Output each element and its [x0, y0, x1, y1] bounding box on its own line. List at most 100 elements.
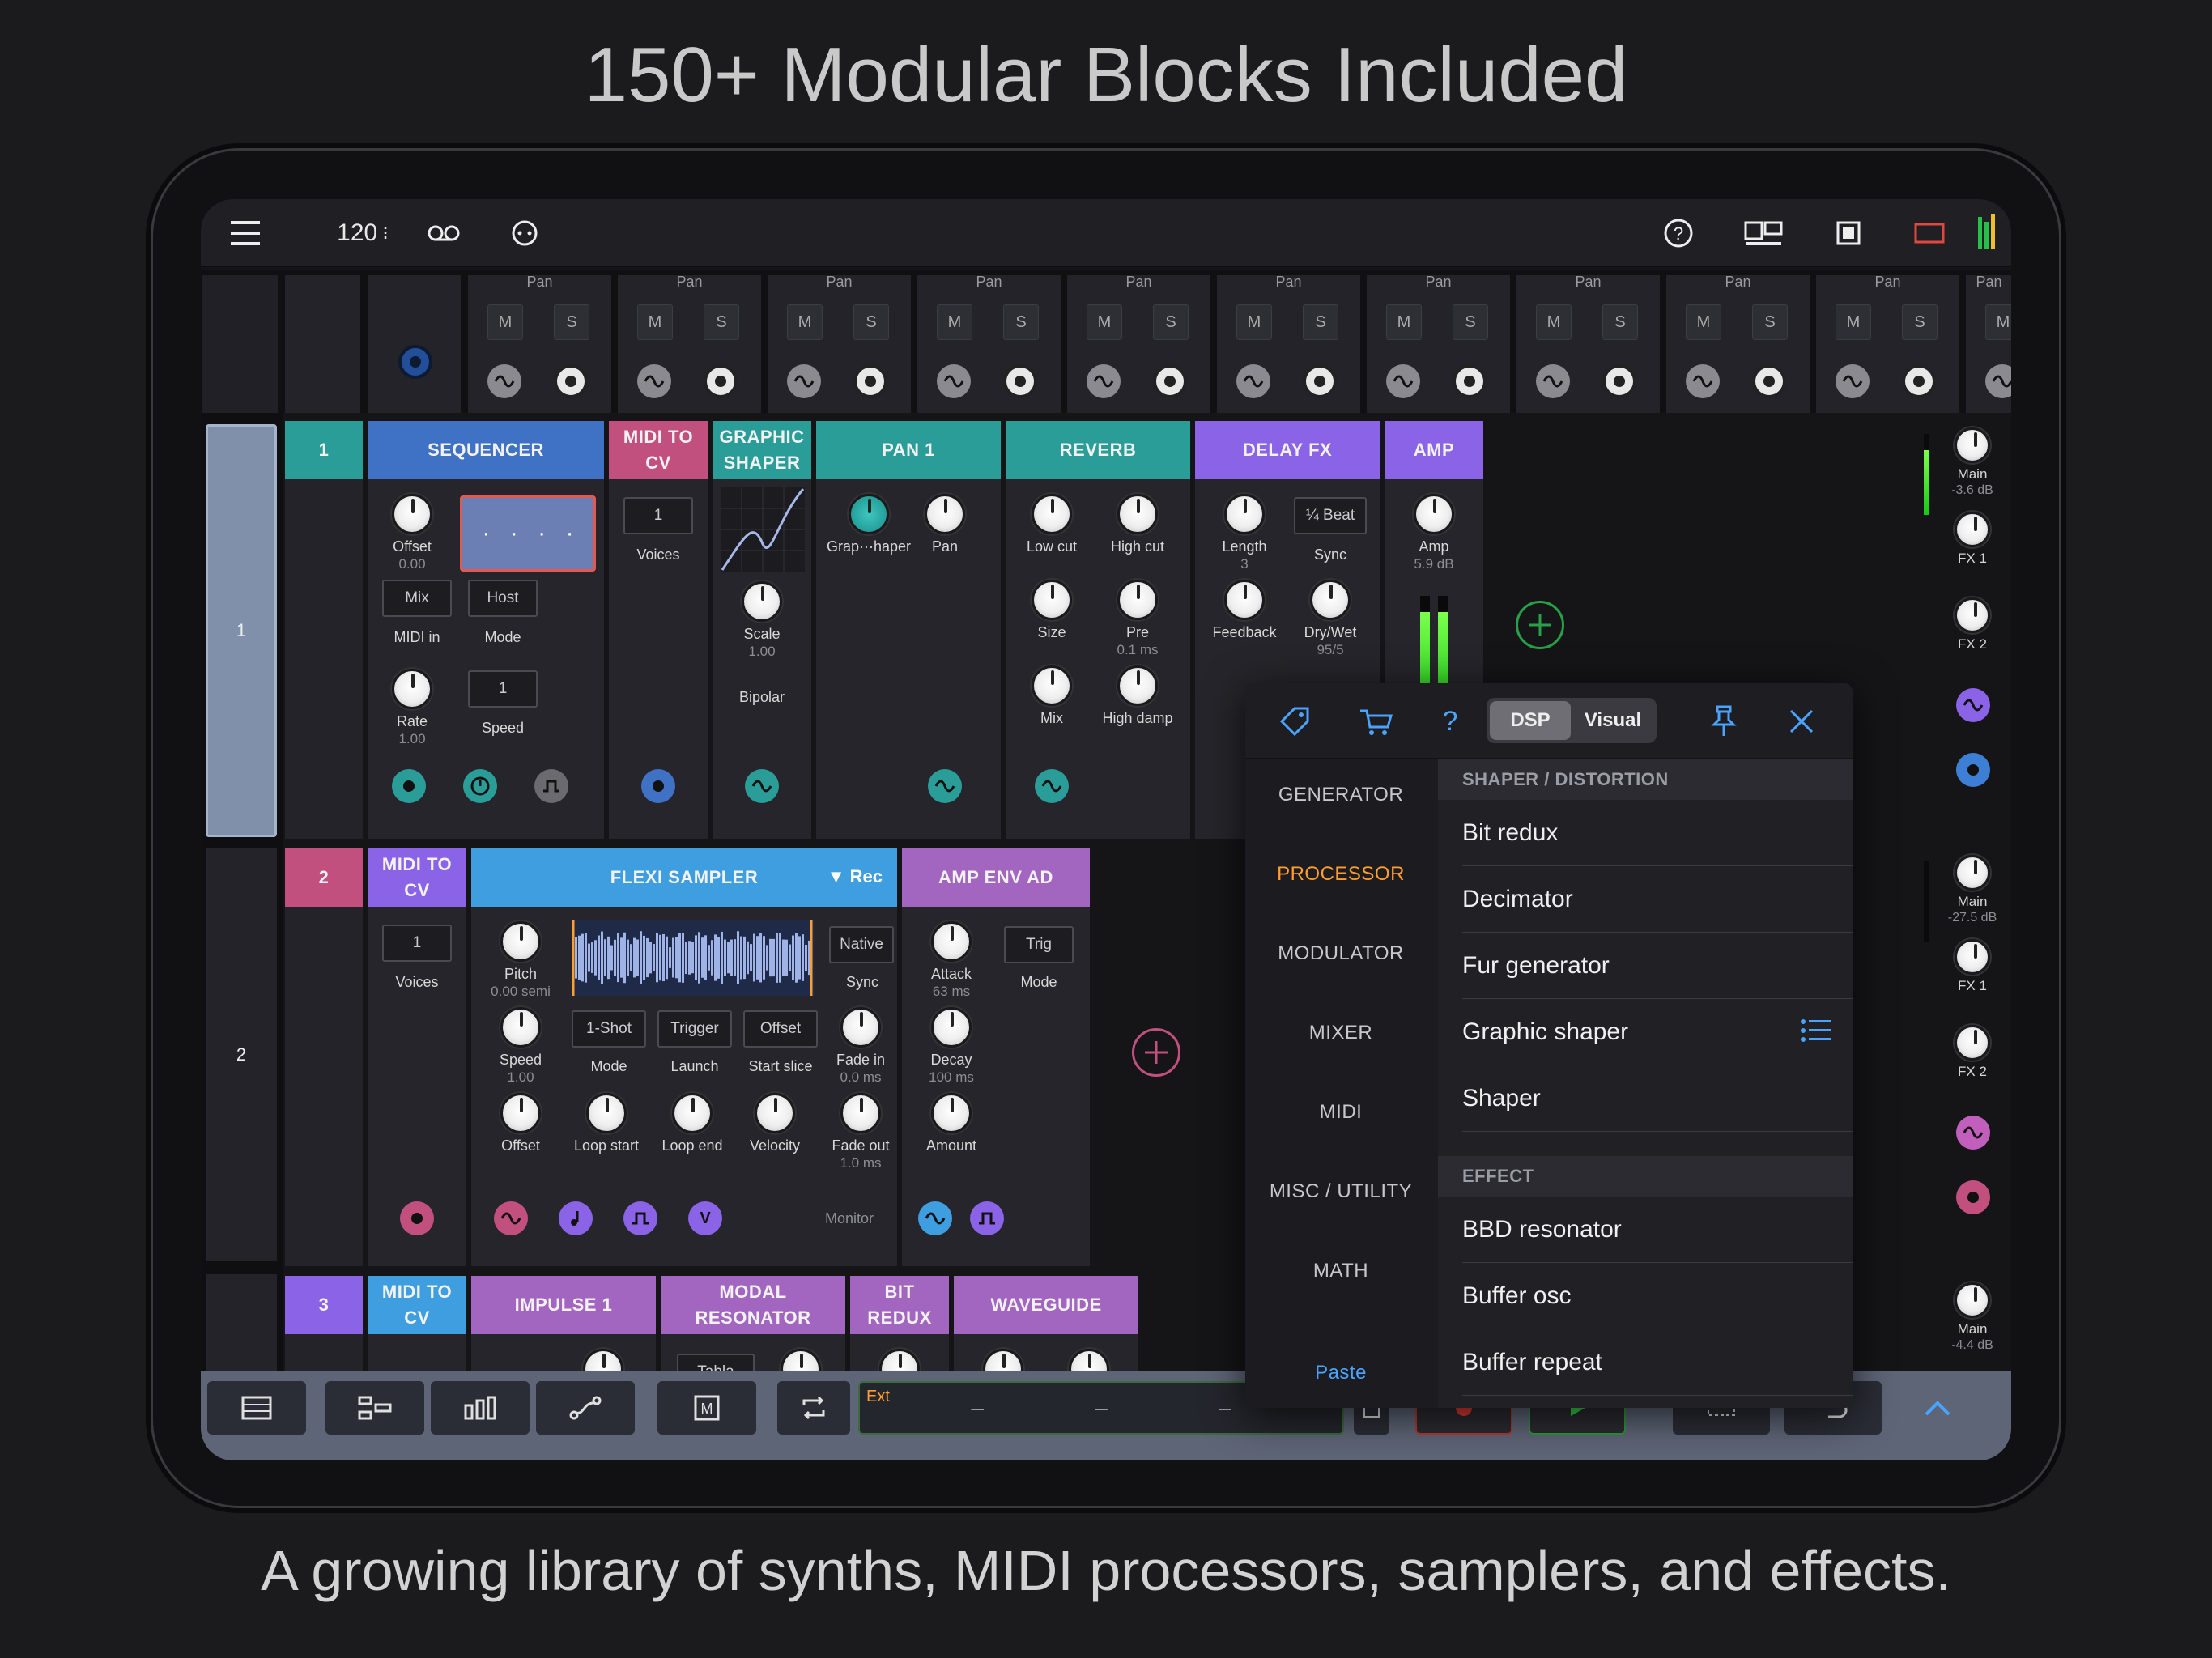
amount-knob[interactable] [931, 1093, 972, 1133]
audio-port-icon-rail-1[interactable] [1956, 688, 1990, 722]
offset-knob-sampler[interactable] [500, 1093, 541, 1133]
graphic-shaper-module[interactable]: GRAPHIC SHAPER Scale 1.00 Bipolar [713, 421, 811, 839]
shaper-curve-display[interactable] [721, 487, 805, 572]
midi-port-icon[interactable] [1003, 364, 1037, 398]
audio-port-icon[interactable] [1386, 364, 1420, 398]
mix-button[interactable]: Mix [382, 580, 452, 617]
solo-button[interactable]: S [1003, 304, 1039, 340]
mute-button[interactable]: M [1686, 304, 1721, 340]
mix-knob[interactable] [1032, 665, 1072, 706]
midi-in-port-icon-2[interactable] [400, 1201, 434, 1235]
fx1-knob-2[interactable] [1955, 939, 1990, 975]
window-icon[interactable] [1828, 199, 1869, 267]
host-button[interactable]: Host [468, 580, 538, 617]
main-knob-1[interactable] [1955, 427, 1990, 463]
clock-port-icon[interactable] [463, 769, 497, 803]
category-mixer[interactable]: MIXER [1245, 1022, 1436, 1044]
pin-icon[interactable] [1704, 701, 1744, 742]
note-port-icon[interactable] [559, 1201, 593, 1235]
midi-to-cv-module-2[interactable]: MIDI TO CV 1 Voices [368, 848, 466, 1266]
fade-out-knob[interactable] [840, 1093, 881, 1133]
midi-port-icon[interactable] [1902, 364, 1936, 398]
lane-1-selector[interactable]: 1 [206, 424, 277, 837]
voices-box-2[interactable]: 1 [382, 925, 452, 962]
solo-button[interactable]: S [1602, 304, 1638, 340]
modal-resonator-module[interactable]: MODAL RESONATOR Tabla [661, 1276, 845, 1391]
native-box[interactable]: Native [829, 926, 894, 963]
fx1-knob-1[interactable] [1955, 512, 1990, 547]
mute-button[interactable]: M [1536, 304, 1572, 340]
solo-button[interactable]: S [1153, 304, 1189, 340]
module-item-buffer-repeat[interactable]: Buffer repeat [1462, 1329, 1853, 1396]
midi-to-cv-module-3[interactable]: MIDI TO CV [368, 1276, 466, 1371]
low-cut-knob[interactable] [1032, 494, 1072, 534]
solo-button[interactable]: S [1453, 304, 1488, 340]
shaper-mod-knob[interactable] [849, 494, 889, 534]
midi-port-icon[interactable] [704, 364, 738, 398]
loop-toggle-button[interactable] [777, 1381, 850, 1435]
solo-button[interactable]: S [1303, 304, 1338, 340]
speed-knob[interactable] [500, 1007, 541, 1048]
category-processor[interactable]: PROCESSOR [1245, 863, 1436, 886]
offset-box[interactable]: Offset [743, 1010, 818, 1048]
mute-button[interactable]: M [487, 304, 523, 340]
module-item-decimator[interactable]: Decimator [1462, 866, 1853, 933]
mute-button[interactable]: M [1985, 304, 2011, 340]
loop-end-knob[interactable] [672, 1093, 713, 1133]
fade-in-knob[interactable] [840, 1007, 881, 1048]
audio-port-icon[interactable] [1536, 364, 1570, 398]
midi-port-icon[interactable] [554, 364, 588, 398]
help-icon[interactable]: ? [1658, 199, 1699, 267]
fullscreen-icon[interactable] [1909, 199, 1950, 267]
voices-box-1[interactable]: 1 [623, 497, 693, 534]
midi-view-button[interactable]: M [657, 1381, 756, 1435]
category-midi[interactable]: MIDI [1245, 1101, 1436, 1124]
scale-knob[interactable] [742, 581, 782, 622]
main-knob-3[interactable] [1955, 1282, 1990, 1318]
midi-port-icon[interactable] [1303, 364, 1337, 398]
audio-port-icon-rail-2[interactable] [1956, 1116, 1990, 1150]
one-shot-box[interactable]: 1-Shot [572, 1010, 646, 1048]
tempo-display[interactable]: 120 ⁝ [330, 199, 395, 267]
gate-port-icon-env[interactable] [970, 1201, 1004, 1235]
audio-port-icon[interactable] [637, 364, 671, 398]
track-2-header[interactable]: 2 [285, 848, 363, 1266]
midi-port-icon[interactable] [1602, 364, 1636, 398]
loop-start-knob[interactable] [586, 1093, 627, 1133]
module-item-buffer-osc[interactable]: Buffer osc [1462, 1263, 1853, 1329]
lane-3-selector[interactable] [206, 1274, 277, 1371]
offset-knob[interactable] [392, 494, 432, 534]
audio-port-icon[interactable] [487, 364, 521, 398]
tracks-view-button[interactable] [207, 1381, 306, 1435]
question-icon[interactable]: ? [1430, 701, 1470, 742]
midi-port-icon[interactable] [1453, 364, 1487, 398]
paste-button[interactable]: Paste [1245, 1362, 1436, 1384]
bit-redux-module[interactable]: BIT REDUX [850, 1276, 949, 1389]
midi-port-icon[interactable] [398, 345, 432, 379]
mute-button[interactable]: M [1836, 304, 1871, 340]
pre-knob[interactable] [1117, 580, 1158, 620]
audio-port-icon-sampler[interactable] [494, 1201, 528, 1235]
audio-port-icon-shaper[interactable] [745, 769, 779, 803]
rate-knob[interactable] [392, 669, 432, 709]
midi-port-icon[interactable] [1153, 364, 1187, 398]
mute-button[interactable]: M [787, 304, 823, 340]
cart-icon[interactable] [1355, 701, 1396, 742]
attack-knob[interactable] [931, 921, 972, 962]
tag-icon[interactable] [1274, 701, 1315, 742]
mute-button[interactable]: M [1236, 304, 1272, 340]
link-icon[interactable] [504, 199, 545, 267]
record-button[interactable]: ▼ Rec [827, 866, 883, 887]
audio-port-icon[interactable] [1686, 364, 1720, 398]
velocity-port-icon[interactable]: V [688, 1201, 722, 1235]
category-math[interactable]: MATH [1245, 1260, 1436, 1282]
pitch-knob[interactable] [500, 921, 541, 962]
trig-box[interactable]: Trig [1004, 926, 1074, 963]
main-knob-2[interactable] [1955, 855, 1990, 891]
category-generator[interactable]: GENERATOR [1245, 784, 1436, 806]
arrange-view-button[interactable] [325, 1381, 424, 1435]
mute-button[interactable]: M [1087, 304, 1122, 340]
sequencer-pattern-display[interactable]: · · · · [460, 495, 596, 572]
solo-button[interactable]: S [704, 304, 739, 340]
close-icon[interactable] [1781, 701, 1822, 742]
